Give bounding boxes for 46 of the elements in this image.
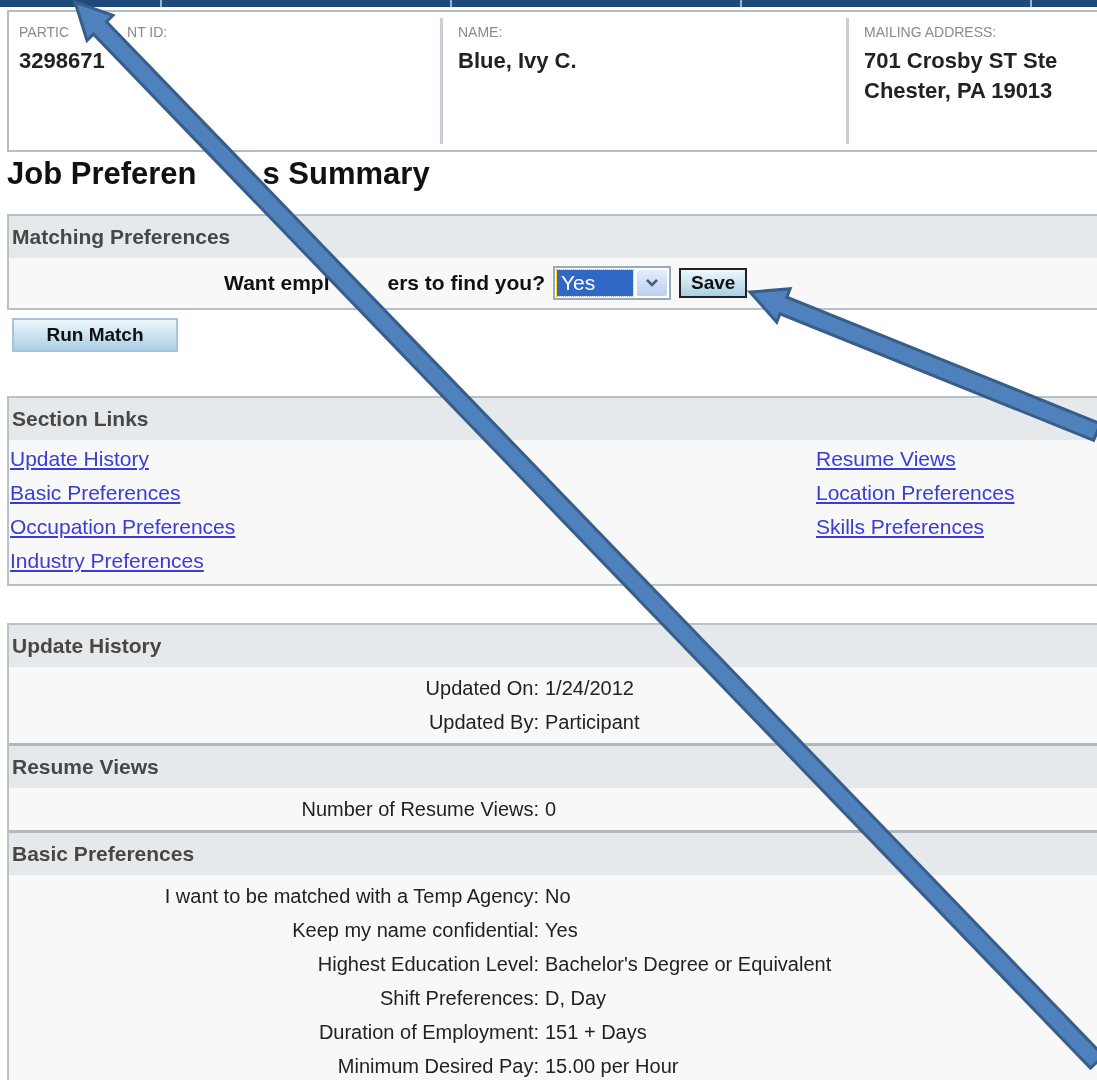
- row-label: Highest Education Level:: [316, 952, 539, 977]
- row-value: Yes: [545, 918, 579, 943]
- section-link[interactable]: Occupation Preferences: [10, 510, 236, 544]
- section-link[interactable]: Location Preferences: [816, 476, 1015, 510]
- field-value: 3298671: [19, 47, 106, 75]
- row-value: Bachelor's Degree or Equivalent: [545, 952, 833, 977]
- section-header: Resume Views: [9, 743, 1097, 788]
- field-value: Blue, Ivy C.: [458, 47, 578, 75]
- row-label: Keep my name confidential:: [291, 918, 539, 943]
- section-header: Matching Preferences: [9, 216, 1097, 258]
- field-label: NT ID:: [127, 24, 168, 40]
- row-label: Updated By:: [427, 710, 539, 735]
- field-value: 701 Crosby ST Ste: [864, 47, 1059, 75]
- row-value: D, Day: [545, 986, 608, 1011]
- yes-no-dropdown[interactable]: Yes: [553, 266, 671, 300]
- question-label: ers to find you?: [387, 271, 545, 295]
- run-match-button[interactable]: Run Match: [12, 318, 178, 352]
- field-label: MAILING ADDRESS:: [864, 24, 997, 40]
- row-value: 0: [545, 797, 558, 822]
- row-label: Duration of Employment:: [317, 1020, 539, 1045]
- field-label: PARTIC: [19, 24, 70, 40]
- question-label: Want empl: [224, 271, 330, 295]
- row-label: Updated On:: [424, 676, 539, 701]
- save-button[interactable]: Save: [679, 268, 748, 298]
- field-label: NAME:: [458, 24, 503, 40]
- page-title: Job Preferen: [7, 156, 197, 192]
- chevron-down-icon: [645, 278, 659, 288]
- row-label: I want to be matched with a Temp Agency:: [163, 884, 539, 909]
- section-header: Basic Preferences: [9, 830, 1097, 875]
- row-value: 15.00 per Hour: [545, 1054, 680, 1079]
- section-header: Section Links: [9, 398, 1097, 440]
- row-value: 1/24/2012: [545, 676, 635, 701]
- section-header: Update History: [9, 625, 1097, 667]
- row-value: Participant: [545, 710, 641, 735]
- field-value: Chester, PA 19013: [864, 77, 1054, 105]
- row-label: Number of Resume Views:: [300, 797, 539, 822]
- section-link[interactable]: Basic Preferences: [10, 476, 181, 510]
- section-link[interactable]: Update History: [10, 442, 149, 476]
- row-label: Shift Preferences:: [379, 986, 539, 1011]
- row-value: 151 + Days: [545, 1020, 648, 1045]
- row-value: No: [545, 884, 572, 909]
- section-link[interactable]: Resume Views: [816, 442, 956, 476]
- section-link[interactable]: Skills Preferences: [816, 510, 985, 544]
- section-link[interactable]: Industry Preferences: [10, 544, 204, 578]
- row-label: Minimum Desired Pay:: [336, 1054, 539, 1079]
- page-title: s Summary: [262, 156, 430, 192]
